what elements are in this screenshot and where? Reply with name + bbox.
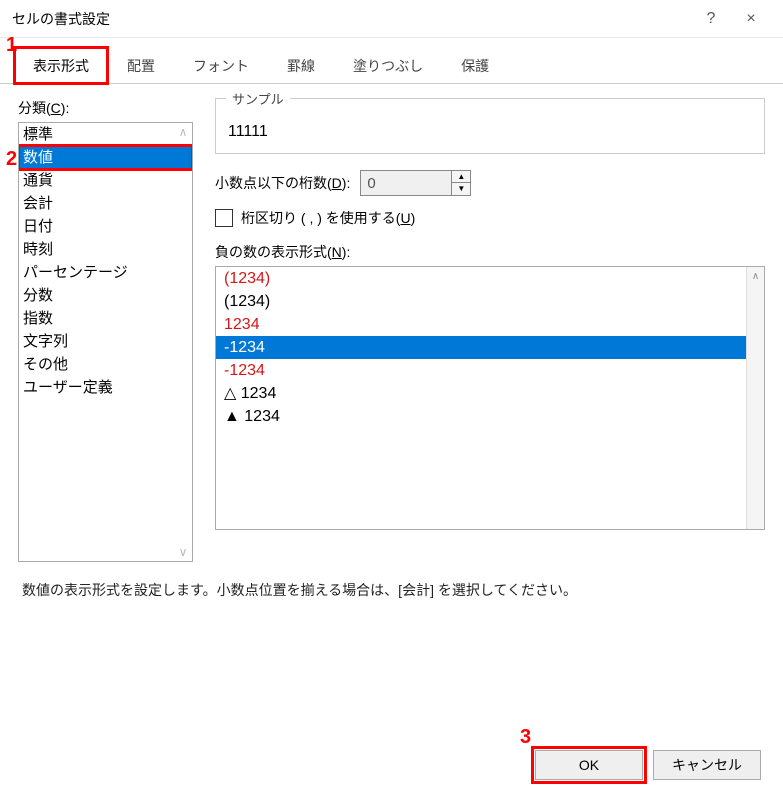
category-listbox[interactable]: ∧ 標準 数値 通貨 会計 日付 時刻 パーセンテージ 分数 指数 文字列 その… — [18, 122, 193, 562]
decimals-spinner[interactable]: ▲ ▼ — [360, 170, 471, 196]
spinner-up-icon[interactable]: ▲ — [452, 171, 470, 183]
negative-listbox[interactable]: (1234) (1234) 1234 -1234 -1234 △ 1234 ▲ … — [215, 266, 765, 530]
category-column: 分類(C): ∧ 標準 数値 通貨 会計 日付 時刻 パーセンテージ 分数 指数… — [18, 98, 193, 562]
sample-value: 11111 — [228, 123, 268, 140]
decimals-row: 小数点以下の桁数(D): ▲ ▼ — [215, 170, 765, 196]
dialog-buttons: OK キャンセル — [535, 750, 761, 780]
category-item-standard[interactable]: 標準 — [19, 123, 192, 146]
negative-item[interactable]: (1234) — [216, 267, 764, 290]
negative-label: 負の数の表示形式(N): — [215, 242, 765, 262]
tab-strip: 表示形式 配置 フォント 罫線 塗りつぶし 保護 — [0, 46, 783, 84]
window-title: セルの書式設定 — [12, 9, 691, 29]
close-button[interactable]: × — [731, 0, 771, 38]
separator-row: 桁区切り ( , ) を使用する(U) — [215, 208, 765, 228]
sample-legend: サンプル — [226, 89, 290, 108]
cancel-button[interactable]: キャンセル — [653, 750, 761, 780]
sample-box: サンプル 11111 — [215, 98, 765, 154]
scroll-up-icon: ∧ — [176, 125, 190, 139]
category-item-special[interactable]: その他 — [19, 353, 192, 376]
negative-item[interactable]: -1234 — [216, 336, 764, 359]
category-item-percentage[interactable]: パーセンテージ — [19, 261, 192, 284]
category-item-number[interactable]: 数値 — [19, 146, 192, 169]
category-item-date[interactable]: 日付 — [19, 215, 192, 238]
spinner-buttons: ▲ ▼ — [451, 171, 470, 195]
scroll-up-icon: ∧ — [747, 271, 764, 282]
category-item-accounting[interactable]: 会計 — [19, 192, 192, 215]
help-button[interactable]: ? — [691, 0, 731, 38]
negative-item[interactable]: △ 1234 — [216, 382, 764, 405]
negative-item[interactable]: (1234) — [216, 290, 764, 313]
category-item-custom[interactable]: ユーザー定義 — [19, 376, 192, 399]
separator-checkbox[interactable] — [215, 209, 233, 227]
separator-label: 桁区切り ( , ) を使用する(U) — [241, 208, 415, 228]
category-item-time[interactable]: 時刻 — [19, 238, 192, 261]
tab-font[interactable]: フォント — [174, 47, 268, 84]
category-item-fraction[interactable]: 分数 — [19, 284, 192, 307]
tab-protection[interactable]: 保護 — [442, 47, 508, 84]
ok-button[interactable]: OK — [535, 750, 643, 780]
negative-item[interactable]: ▲ 1234 — [216, 405, 764, 428]
description-text: 数値の表示形式を設定します。小数点位置を揃える場合は、[会計] を選択してくださ… — [0, 562, 783, 600]
annotation-3: 3 — [520, 726, 531, 749]
tab-border[interactable]: 罫線 — [268, 47, 334, 84]
tab-alignment[interactable]: 配置 — [108, 47, 174, 84]
negative-item[interactable]: 1234 — [216, 313, 764, 336]
decimals-label: 小数点以下の桁数(D): — [215, 173, 350, 193]
annotation-1: 1 — [6, 34, 17, 57]
category-label: 分類(C): — [18, 98, 193, 118]
details-column: サンプル 11111 小数点以下の桁数(D): ▲ ▼ 桁区切り ( , ) を… — [215, 98, 765, 562]
annotation-2: 2 — [6, 148, 17, 171]
titlebar: セルの書式設定 ? × — [0, 0, 783, 38]
decimals-input[interactable] — [361, 171, 451, 195]
content-area: 分類(C): ∧ 標準 数値 通貨 会計 日付 時刻 パーセンテージ 分数 指数… — [0, 84, 783, 562]
category-item-text[interactable]: 文字列 — [19, 330, 192, 353]
tab-format[interactable]: 表示形式 — [14, 47, 108, 84]
spinner-down-icon[interactable]: ▼ — [452, 183, 470, 195]
negative-item[interactable]: -1234 — [216, 359, 764, 382]
scrollbar[interactable]: ∧ — [746, 267, 764, 529]
scroll-down-icon: ∨ — [176, 545, 190, 559]
tab-fill[interactable]: 塗りつぶし — [334, 47, 442, 84]
category-item-scientific[interactable]: 指数 — [19, 307, 192, 330]
category-item-currency[interactable]: 通貨 — [19, 169, 192, 192]
